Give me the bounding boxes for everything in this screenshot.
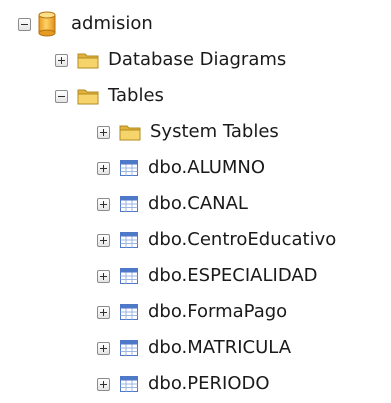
folder-icon xyxy=(77,53,99,69)
tree-node-label: Database Diagrams xyxy=(108,49,287,70)
tree-node-label: admision xyxy=(71,13,153,34)
expand-toggle-icon[interactable] xyxy=(97,197,110,211)
tree-node-table[interactable]: dbo.PERIODO xyxy=(97,366,270,402)
table-icon xyxy=(120,232,138,248)
table-icon xyxy=(120,376,138,392)
folder-icon xyxy=(119,125,141,141)
expand-toggle-icon[interactable] xyxy=(97,161,110,175)
expand-toggle-icon[interactable] xyxy=(97,125,110,139)
tree-node-label: dbo.CentroEducativo xyxy=(148,229,337,250)
tree-node-system-tables[interactable]: System Tables xyxy=(97,114,279,150)
tree-node-table[interactable]: dbo.CANAL xyxy=(97,186,248,222)
tree-node-database-diagrams[interactable]: Database Diagrams xyxy=(55,42,286,78)
expand-toggle-icon[interactable] xyxy=(97,269,110,283)
database-cylinder-icon xyxy=(38,11,56,37)
tree-node-label: Tables xyxy=(108,85,164,106)
expand-toggle-icon[interactable] xyxy=(97,341,110,355)
tree-node-label: System Tables xyxy=(150,121,279,142)
expand-toggle-icon[interactable] xyxy=(97,233,110,247)
object-explorer-tree: admision Database Diagrams Tables System… xyxy=(0,0,391,403)
table-icon xyxy=(120,196,138,212)
tree-node-table[interactable]: dbo.CentroEducativo xyxy=(97,222,336,258)
tree-node-label: dbo.ESPECIALIDAD xyxy=(148,265,318,286)
tree-node-table[interactable]: dbo.ESPECIALIDAD xyxy=(97,258,318,294)
table-icon xyxy=(120,304,138,320)
tree-node-table[interactable]: dbo.MATRICULA xyxy=(97,330,291,366)
tree-node-label: dbo.CANAL xyxy=(148,193,248,214)
table-icon xyxy=(120,340,138,356)
table-icon xyxy=(120,160,138,176)
table-icon xyxy=(120,268,138,284)
tree-node-label: dbo.FormaPago xyxy=(148,301,288,322)
expand-toggle-icon[interactable] xyxy=(55,53,68,67)
expand-toggle-icon[interactable] xyxy=(97,377,110,391)
expand-toggle-icon[interactable] xyxy=(97,305,110,319)
tree-node-table[interactable]: dbo.FormaPago xyxy=(97,294,287,330)
tree-node-admision[interactable]: admision xyxy=(18,6,153,42)
collapse-toggle-icon[interactable] xyxy=(18,17,31,31)
collapse-toggle-icon[interactable] xyxy=(55,89,68,103)
tree-node-label: dbo.MATRICULA xyxy=(148,337,292,358)
tree-node-label: dbo.ALUMNO xyxy=(148,157,266,178)
tree-node-label: dbo.PERIODO xyxy=(148,373,270,394)
tree-node-tables[interactable]: Tables xyxy=(55,78,164,114)
tree-node-table[interactable]: dbo.ALUMNO xyxy=(97,150,265,186)
folder-icon xyxy=(77,89,99,105)
